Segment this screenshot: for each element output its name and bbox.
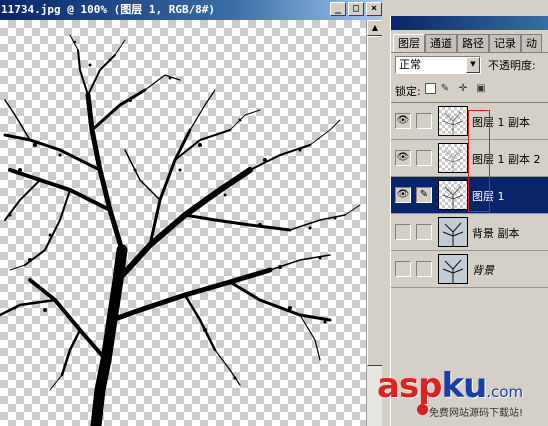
- layer-thumbnail: [438, 106, 468, 136]
- layer-name: 背景 副本: [472, 227, 520, 240]
- watermark-tagline: 免费网站源码下载站!: [429, 408, 524, 419]
- minimize-button[interactable]: _: [330, 2, 346, 16]
- workspace-gap: [382, 0, 390, 426]
- lock-label: 锁定:: [395, 85, 421, 98]
- tab-divider: [391, 52, 548, 53]
- layer-row-background[interactable]: 背景: [391, 251, 548, 288]
- blend-mode-select[interactable]: 正常 ▼: [395, 56, 481, 74]
- link-cell[interactable]: [416, 150, 432, 166]
- window-controls: _ □ ×: [330, 2, 382, 16]
- maximize-button[interactable]: □: [348, 2, 364, 16]
- move-icon[interactable]: ✛: [457, 83, 469, 95]
- link-cell[interactable]: [416, 224, 432, 240]
- eye-toggle-empty[interactable]: [395, 261, 411, 277]
- close-button[interactable]: ×: [366, 2, 382, 16]
- link-cell[interactable]: [416, 113, 432, 129]
- scroll-up-icon[interactable]: ▲: [367, 20, 383, 36]
- layers-palette: 图层 通道 路径 记录 动 正常 ▼ 不透明度: 锁定: ✎ ✛ ▣ 👁 图层 …: [390, 16, 548, 426]
- watermark-dot-icon: [417, 404, 428, 415]
- tab-layers[interactable]: 图层: [393, 34, 425, 52]
- layer-name: 背景: [472, 264, 494, 277]
- lock-row: 锁定: ✎ ✛ ▣: [395, 80, 548, 100]
- layer-thumbnail: [438, 217, 468, 247]
- image-canvas[interactable]: [0, 20, 366, 426]
- palette-tabs: 图层 通道 路径 记录 动: [393, 34, 542, 52]
- scroll-thumb[interactable]: [367, 36, 383, 366]
- blend-row: 正常 ▼ 不透明度:: [395, 56, 548, 76]
- tab-actions[interactable]: 动: [521, 34, 542, 52]
- chevron-down-icon[interactable]: ▼: [466, 57, 480, 73]
- document-title-bar[interactable]: 11734.jpg @ 100% (图层 1, RGB/8#) _ □ ×: [0, 0, 386, 20]
- highlight-annotation: [468, 110, 490, 212]
- tab-history[interactable]: 记录: [489, 34, 521, 52]
- layer-thumbnail: [438, 143, 468, 173]
- layer-thumbnail: [438, 180, 468, 210]
- document-title: 11734.jpg @ 100% (图层 1, RGB/8#): [1, 3, 216, 16]
- layer-row-background-copy[interactable]: 背景 副本: [391, 214, 548, 251]
- eye-icon[interactable]: 👁: [395, 113, 411, 129]
- blend-mode-value: 正常: [399, 58, 421, 71]
- tree-silhouette-image: [0, 34, 361, 426]
- brush-icon[interactable]: ✎: [416, 187, 432, 203]
- lock-icon[interactable]: ▣: [475, 83, 487, 95]
- lock-transparency-checkbox[interactable]: [425, 83, 436, 94]
- document-window: 11734.jpg @ 100% (图层 1, RGB/8#) _ □ × ▲: [0, 0, 386, 426]
- eye-toggle-empty[interactable]: [395, 224, 411, 240]
- watermark: aspku.com 免费网站源码下载站!: [377, 366, 548, 426]
- eye-icon[interactable]: 👁: [395, 187, 411, 203]
- opacity-label: 不透明度:: [488, 59, 536, 72]
- link-cell[interactable]: [416, 261, 432, 277]
- palette-title-bar[interactable]: [391, 16, 548, 30]
- eye-icon[interactable]: 👁: [395, 150, 411, 166]
- tab-paths[interactable]: 路径: [457, 34, 489, 52]
- brush-icon[interactable]: ✎: [439, 83, 451, 95]
- layer-thumbnail: [438, 254, 468, 284]
- tab-channels[interactable]: 通道: [425, 34, 457, 52]
